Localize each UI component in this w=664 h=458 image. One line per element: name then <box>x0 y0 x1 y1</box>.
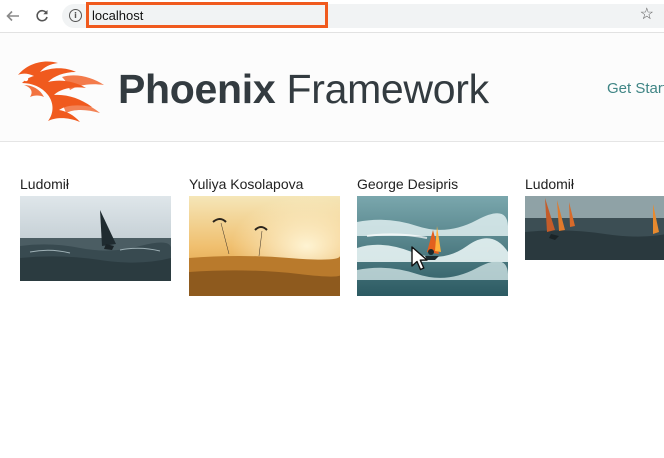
arrow-left-icon[interactable] <box>4 7 22 25</box>
url-text[interactable]: localhost <box>92 8 143 23</box>
photo-image[interactable] <box>357 196 508 296</box>
photo-author: Ludomił <box>525 176 575 192</box>
reload-icon[interactable] <box>33 7 51 25</box>
brand-name[interactable]: Phoenix Framework <box>118 65 489 113</box>
photo-card[interactable]: George Desipris <box>357 175 508 296</box>
brand-name-light: Framework <box>275 66 489 112</box>
browser-toolbar: i localhost ☆ <box>0 0 664 33</box>
site-header: Phoenix Framework Get Start <box>0 33 664 142</box>
photo-image[interactable] <box>20 196 171 281</box>
photo-image[interactable] <box>525 196 664 260</box>
info-icon[interactable]: i <box>69 9 82 22</box>
photo-card[interactable]: Ludomił <box>20 175 171 281</box>
photo-author: George Desipris <box>357 176 459 192</box>
photo-author: Ludomił <box>20 176 70 192</box>
brand-name-bold: Phoenix <box>118 66 276 112</box>
photo-card[interactable]: Ludomił <box>525 175 664 260</box>
get-started-link[interactable]: Get Start <box>607 80 664 97</box>
phoenix-logo-icon[interactable] <box>14 55 110 125</box>
mouse-cursor-icon <box>411 246 428 271</box>
photo-card[interactable]: Yuliya Kosolapova <box>189 175 340 296</box>
star-icon[interactable]: ☆ <box>640 6 654 24</box>
photo-author: Yuliya Kosolapova <box>189 176 304 192</box>
photo-image[interactable] <box>189 196 340 296</box>
